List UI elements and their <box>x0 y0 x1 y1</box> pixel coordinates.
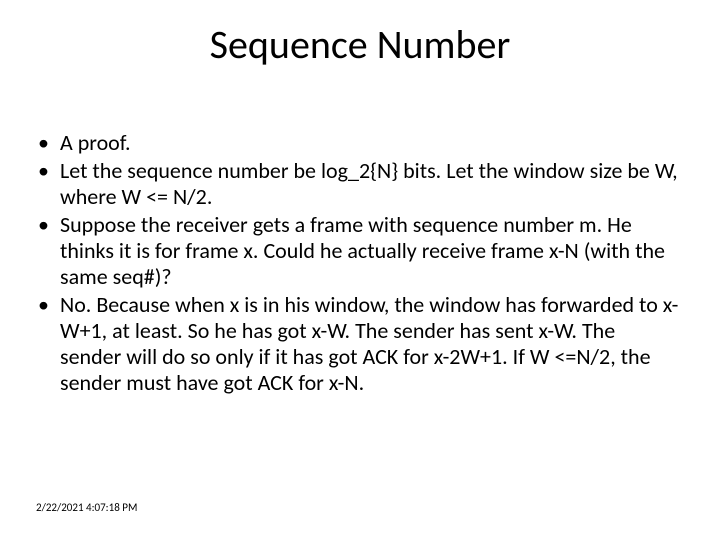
bullet-text: A proof. <box>60 129 131 156</box>
slide-body: A proof. Let the sequence number be log_… <box>36 130 680 398</box>
list-item: Let the sequence number be log_2{N} bits… <box>36 158 680 210</box>
bullet-text: No. Because when x is in his window, the… <box>60 291 678 396</box>
bullet-list: A proof. Let the sequence number be log_… <box>36 130 680 396</box>
slide: Sequence Number A proof. Let the sequenc… <box>0 0 720 540</box>
slide-title: Sequence Number <box>0 20 720 69</box>
list-item: A proof. <box>36 130 680 156</box>
bullet-text: Let the sequence number be log_2{N} bits… <box>60 157 678 210</box>
list-item: Suppose the receiver gets a frame with s… <box>36 212 680 290</box>
footer-timestamp: 2/22/2021 4:07:18 PM <box>36 501 137 514</box>
list-item: No. Because when x is in his window, the… <box>36 292 680 396</box>
bullet-text: Suppose the receiver gets a frame with s… <box>60 211 665 290</box>
